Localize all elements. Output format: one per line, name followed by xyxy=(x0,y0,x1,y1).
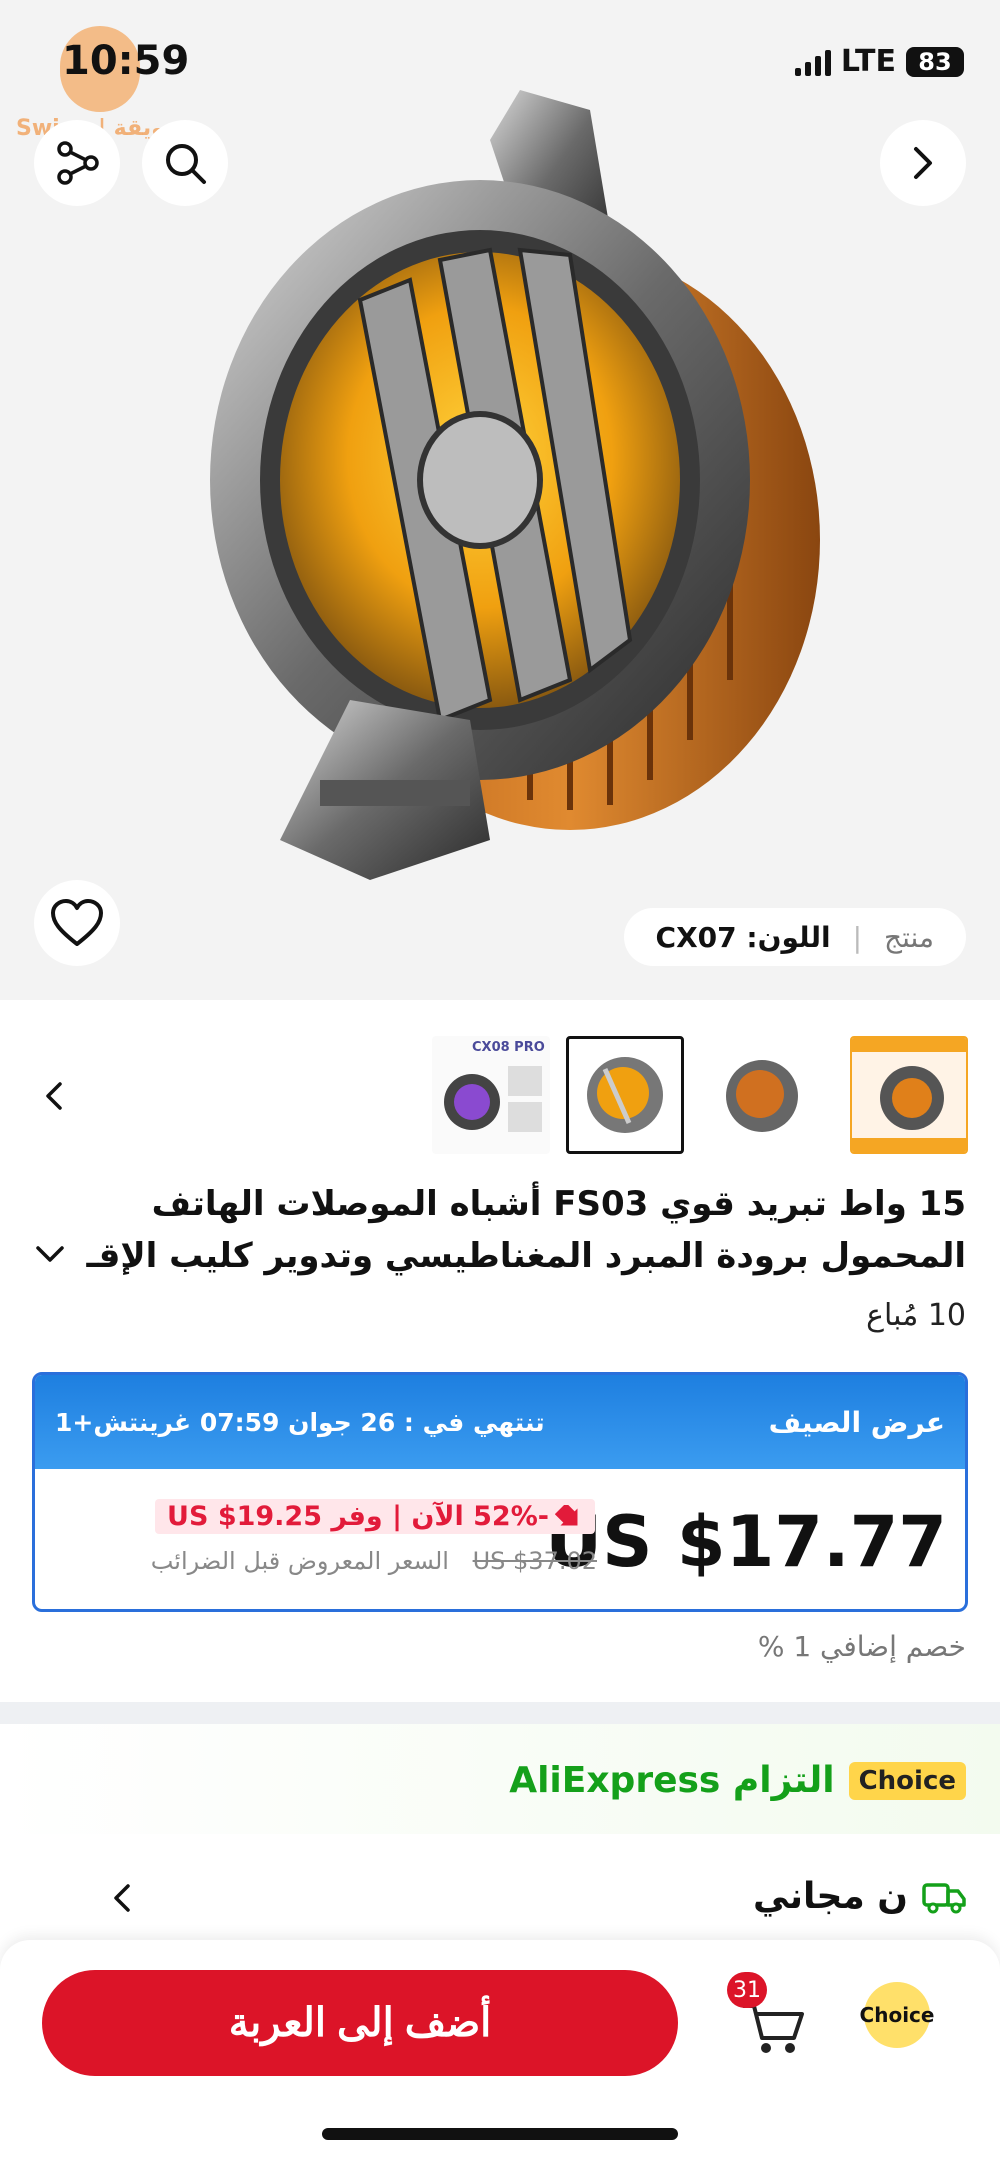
status-indicators: LTE 83 xyxy=(794,44,964,79)
discount-text: -52% الآن | وفر US $19.25 xyxy=(167,1501,549,1532)
shipping-row[interactable]: ن مجاني xyxy=(753,1876,966,1917)
product-title: 15 واط تبريد قوي FS03 أشباه الموصلات اله… xyxy=(60,1178,966,1282)
choice-button[interactable]: Choice xyxy=(860,1982,934,2048)
deal-card: عرض الصيف تنتهي في : 26 جوان 07:59 غرينت… xyxy=(32,1372,968,1612)
battery-icon: 83 xyxy=(906,46,964,77)
chevron-left-icon[interactable] xyxy=(34,1076,74,1116)
thumbnail-4[interactable]: CX08 PRO xyxy=(432,1036,550,1154)
thumbnail-3-image xyxy=(587,1057,663,1133)
thumbnail-strip: CX08 PRO xyxy=(0,1036,1000,1156)
thumbnail-3[interactable] xyxy=(566,1036,684,1154)
next-button[interactable] xyxy=(880,120,966,206)
choice-commitment-row: Choice التزام AliExpress xyxy=(509,1760,966,1801)
variant-selector[interactable]: منتج | اللون: CX07 xyxy=(623,908,966,966)
heart-icon xyxy=(51,899,103,946)
cart-count-badge: 31 xyxy=(727,1972,767,2008)
old-price: US $37.02 xyxy=(472,1547,597,1575)
home-indicator xyxy=(322,2128,678,2140)
add-to-cart-button[interactable]: أضف إلى العربة xyxy=(42,1970,678,2076)
search-button[interactable] xyxy=(142,120,228,206)
thumbnail-1[interactable] xyxy=(850,1036,968,1154)
discount-badge: -52% الآن | وفر US $19.25 xyxy=(155,1499,595,1534)
down-arrow-icon xyxy=(555,1504,578,1525)
chevron-left-icon[interactable] xyxy=(108,1880,138,1916)
shipping-text: ن مجاني xyxy=(753,1876,908,1917)
choice-commitment-banner[interactable]: Choice التزام AliExpress xyxy=(0,1724,1000,1834)
section-divider xyxy=(0,1702,1000,1724)
signal-icon xyxy=(794,48,831,76)
share-button[interactable] xyxy=(34,120,120,206)
search-icon xyxy=(166,144,206,184)
thumbnail-1-image xyxy=(852,1038,966,1152)
thumbnail-4-caption: CX08 PRO xyxy=(472,1040,545,1055)
status-time: 10:59 xyxy=(62,38,190,84)
network-label: LTE xyxy=(840,44,896,79)
variant-label: منتج xyxy=(884,920,934,954)
deal-header: عرض الصيف تنتهي في : 26 جوان 07:59 غرينت… xyxy=(35,1375,965,1469)
chevron-down-icon[interactable] xyxy=(30,1240,70,1270)
extra-discount: خصم إضافي 1 % xyxy=(757,1630,966,1663)
wishlist-button[interactable] xyxy=(34,880,120,966)
chevron-right-icon xyxy=(914,147,932,179)
deal-title: عرض الصيف xyxy=(768,1405,945,1439)
current-price: US $17.77 xyxy=(545,1501,947,1583)
sold-count: 10 مُباع xyxy=(866,1298,966,1333)
truck-icon xyxy=(922,1882,966,1913)
old-price-label: السعر المعروض قبل الضرائب xyxy=(150,1547,449,1575)
share-icon xyxy=(57,141,99,185)
thumbnail-2[interactable] xyxy=(702,1036,820,1154)
thumbnail-2-image xyxy=(726,1060,798,1132)
deal-timer: تنتهي في : 26 جوان 07:59 غرينتش+1 xyxy=(55,1407,545,1437)
product-image-area[interactable]: Swiqa | سويقة 10:59 LTE 83 xyxy=(0,0,1000,1000)
product-photo xyxy=(210,90,820,880)
choice-tag: Choice xyxy=(848,1761,966,1800)
commitment-text: التزام AliExpress xyxy=(509,1760,835,1801)
old-price-row: US $37.02 السعر المعروض قبل الضرائب xyxy=(151,1547,597,1575)
variant-divider: | xyxy=(852,920,863,954)
product-title-line-2: المحمول برودة المبرد المغناطيسي وتدوير ك… xyxy=(86,1236,966,1276)
variant-value: اللون: CX07 xyxy=(655,920,831,954)
product-title-line-1: 15 واط تبريد قوي FS03 أشباه الموصلات اله… xyxy=(151,1184,966,1224)
